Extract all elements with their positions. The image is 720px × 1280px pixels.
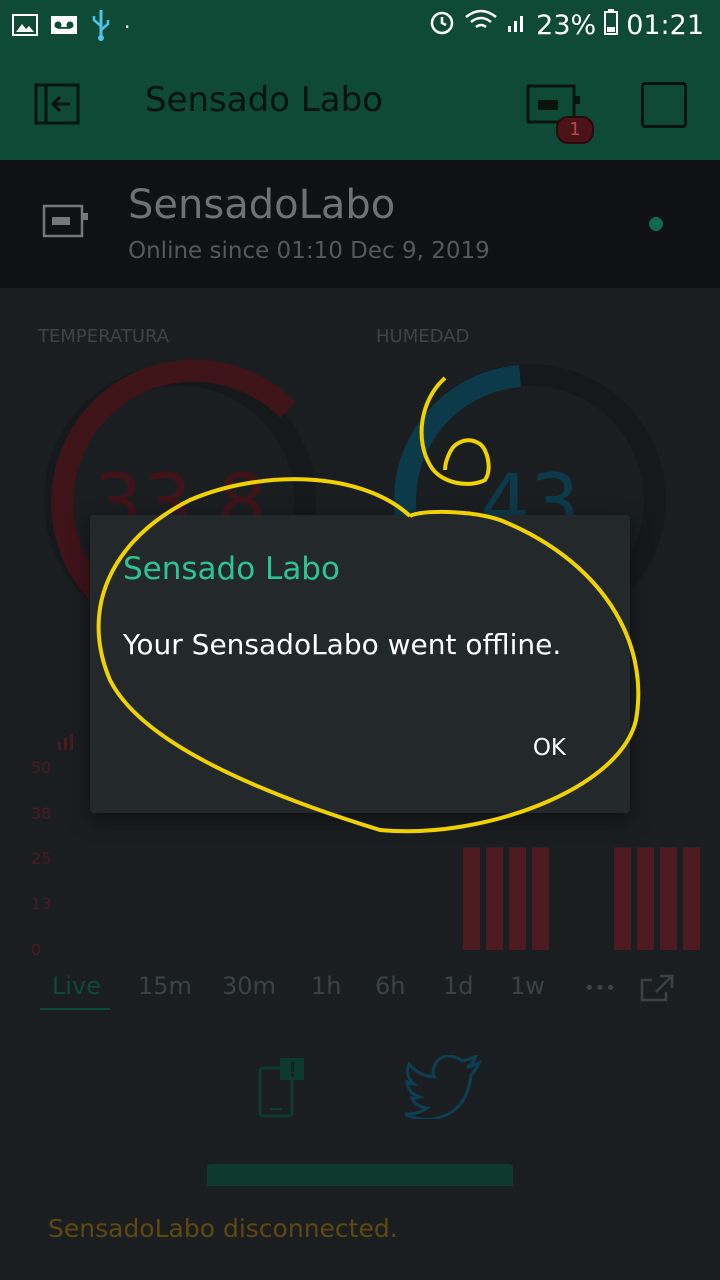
tab-1d[interactable]: 1d (443, 972, 474, 1000)
stop-icon[interactable] (641, 82, 687, 128)
tab-6h[interactable]: 6h (375, 972, 405, 1000)
chart-bar (463, 847, 480, 950)
temperature-label: TEMPERATURA (38, 326, 170, 347)
device-header[interactable]: SensadoLabo Online since 01:10 Dec 9, 20… (0, 160, 720, 288)
ok-button[interactable]: OK (529, 733, 570, 763)
device-name: SensadoLabo (128, 182, 396, 228)
hardware-icon (42, 204, 90, 242)
notification-badge: 1 (556, 116, 594, 144)
tab-live[interactable]: Live (52, 972, 101, 1000)
app-bar: Sensado Labo 1 (0, 48, 720, 160)
wifi-icon (464, 9, 498, 42)
offline-alert-dialog: Sensado Labo Your SensadoLabo went offli… (90, 515, 630, 813)
chart-bar (637, 847, 654, 950)
tab-1w[interactable]: 1w (510, 972, 545, 1000)
chart-icon (56, 732, 76, 754)
signal-icon (506, 10, 528, 41)
active-tab-indicator (40, 1008, 110, 1010)
dialog-message: Your SensadoLabo went offline. (123, 628, 562, 661)
usb-icon (90, 8, 112, 46)
battery-icon (604, 9, 619, 42)
chart-bar (509, 847, 526, 950)
connection-status-message: SensadoLabo disconnected. (48, 1214, 398, 1243)
image-icon (12, 14, 38, 40)
app-title: Sensado Labo (145, 80, 383, 120)
humidity-label: HUMEDAD (376, 326, 470, 347)
voicemail-icon (50, 15, 78, 39)
battery-percent: 23% (536, 10, 597, 41)
chart-bar (683, 847, 700, 950)
clock-time: 01:21 (626, 10, 704, 41)
tab-1h[interactable]: 1h (311, 972, 341, 1000)
action-button[interactable] (207, 1164, 513, 1186)
chart-bar (486, 847, 503, 950)
more-tabs-button[interactable]: ••• (584, 978, 616, 999)
chart-bar (532, 847, 549, 950)
online-status-dot (649, 217, 663, 231)
exit-icon[interactable] (32, 81, 82, 131)
push-notification-icon[interactable] (254, 1058, 308, 1124)
dialog-title: Sensado Labo (123, 551, 340, 587)
expand-icon[interactable] (640, 974, 674, 1008)
twitter-icon[interactable] (404, 1052, 483, 1123)
status-bar: · 23% 01:21 (0, 0, 720, 48)
tab-30m[interactable]: 30m (222, 972, 276, 1000)
time-range-tabs: Live 15m 30m 1h 6h 1d 1w ••• (0, 968, 720, 1012)
online-since: Online since 01:10 Dec 9, 2019 (128, 238, 490, 264)
chart-bar (614, 847, 631, 950)
chart-bar (660, 847, 677, 950)
alarm-icon (428, 8, 456, 43)
tab-15m[interactable]: 15m (138, 972, 192, 1000)
